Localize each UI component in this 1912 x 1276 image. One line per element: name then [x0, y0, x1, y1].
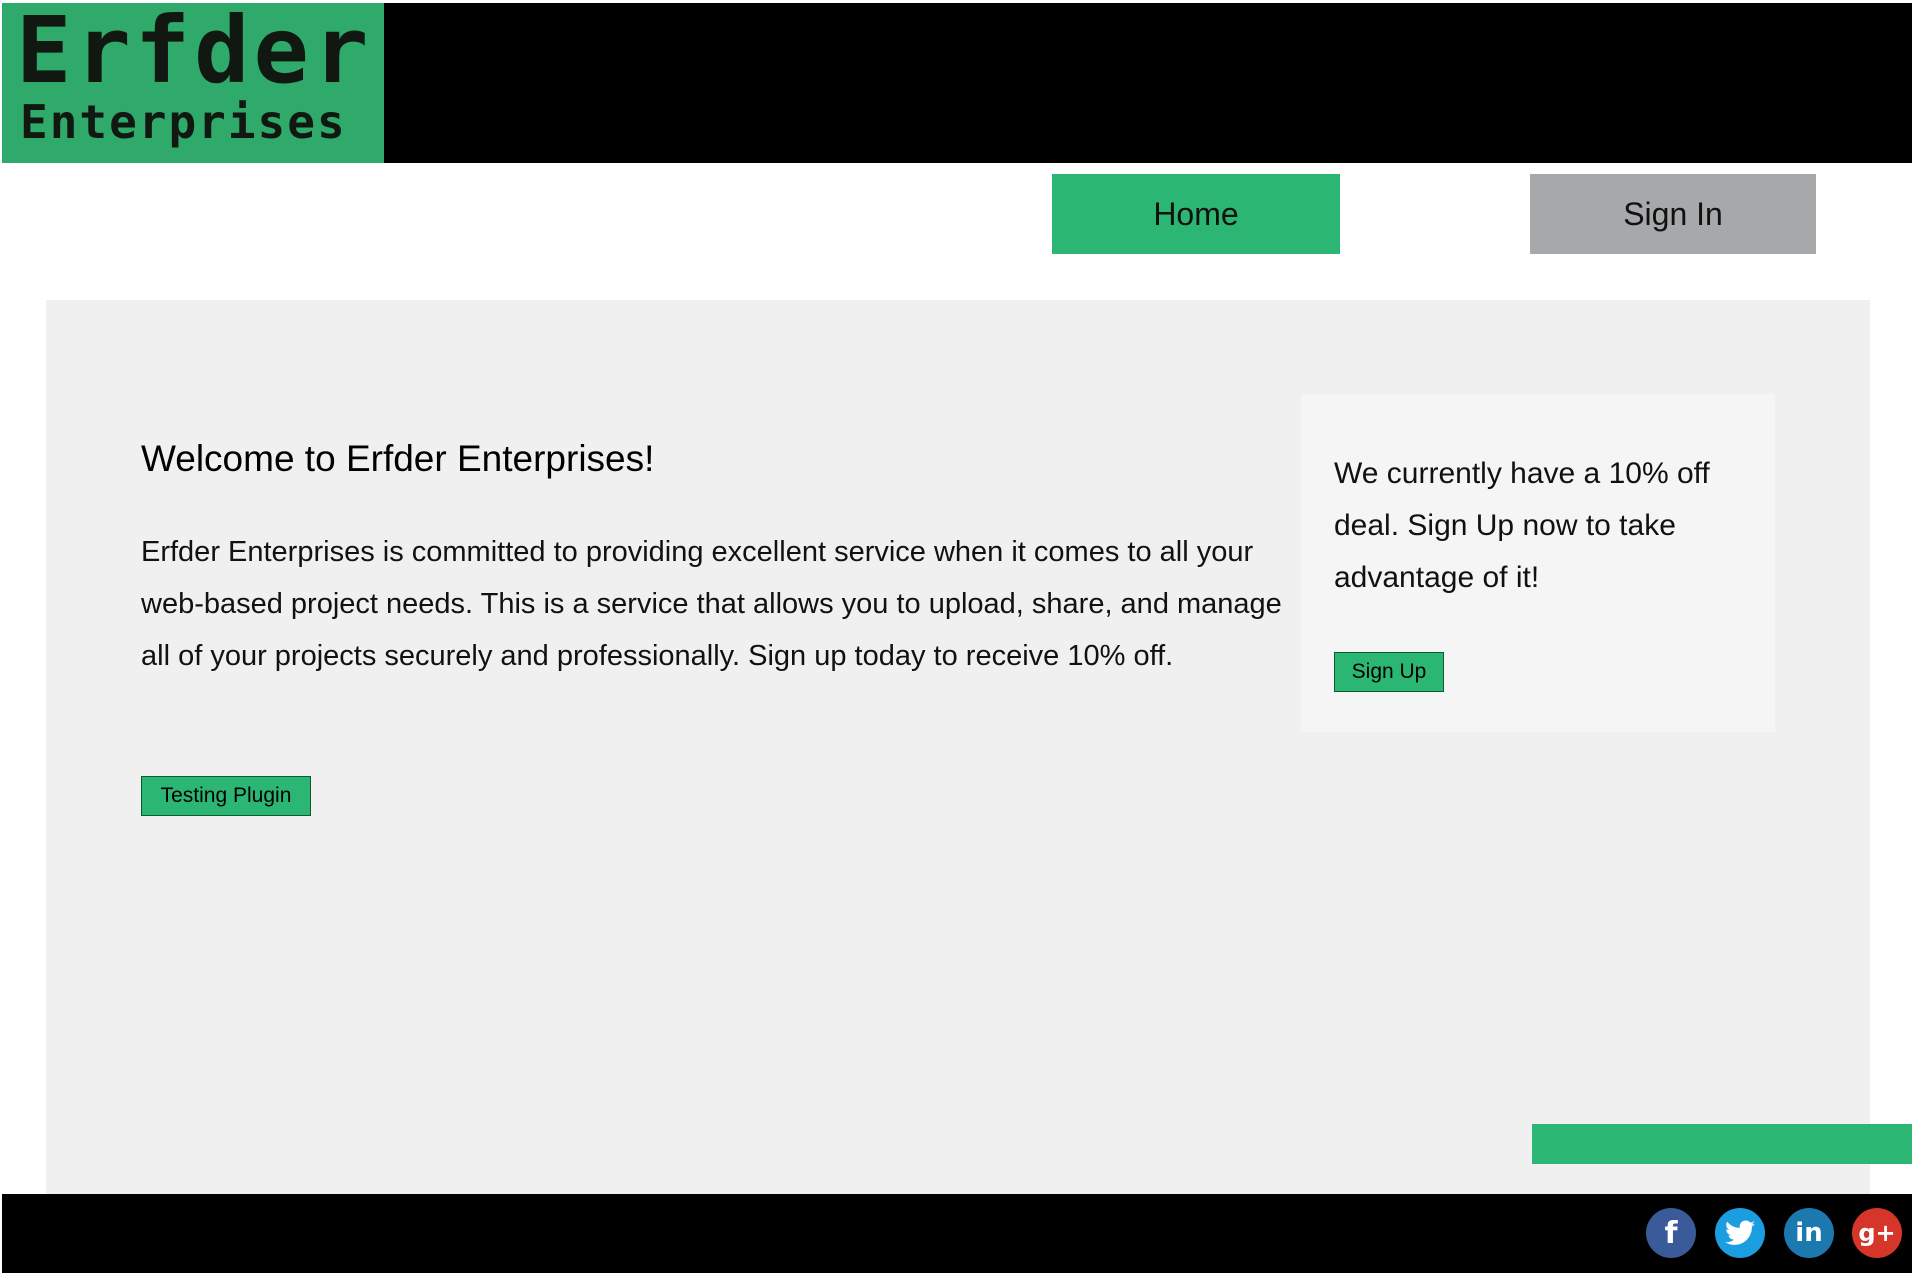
promo-box: We currently have a 10% off deal. Sign U…	[1301, 394, 1775, 732]
sign-up-button[interactable]: Sign Up	[1334, 652, 1444, 692]
site-header: Erfder Enterprises	[2, 3, 1912, 163]
nav-home-button[interactable]: Home	[1052, 174, 1340, 254]
site-footer: f in g+	[2, 1194, 1912, 1273]
twitter-icon[interactable]	[1715, 1208, 1765, 1258]
promo-text: We currently have a 10% off deal. Sign U…	[1334, 457, 1710, 594]
logo-title: Erfder	[16, 3, 373, 104]
facebook-icon[interactable]: f	[1646, 1208, 1696, 1258]
green-accent-bar	[1532, 1124, 1912, 1164]
main-content-panel: Welcome to Erfder Enterprises! Erfder En…	[46, 300, 1870, 1195]
twitter-bird-glyph	[1725, 1220, 1755, 1245]
page: Erfder Enterprises Home Sign In Welcome …	[2, 3, 1912, 1273]
page-title: Welcome to Erfder Enterprises!	[141, 438, 655, 479]
linkedin-icon[interactable]: in	[1784, 1208, 1834, 1258]
google-plus-icon[interactable]: g+	[1852, 1208, 1902, 1258]
logo[interactable]: Erfder Enterprises	[2, 3, 384, 163]
intro-paragraph: Erfder Enterprises is committed to provi…	[141, 536, 1282, 672]
logo-subtitle: Enterprises	[20, 95, 347, 149]
nav-signin-button[interactable]: Sign In	[1530, 174, 1816, 254]
testing-plugin-button[interactable]: Testing Plugin	[141, 776, 311, 816]
